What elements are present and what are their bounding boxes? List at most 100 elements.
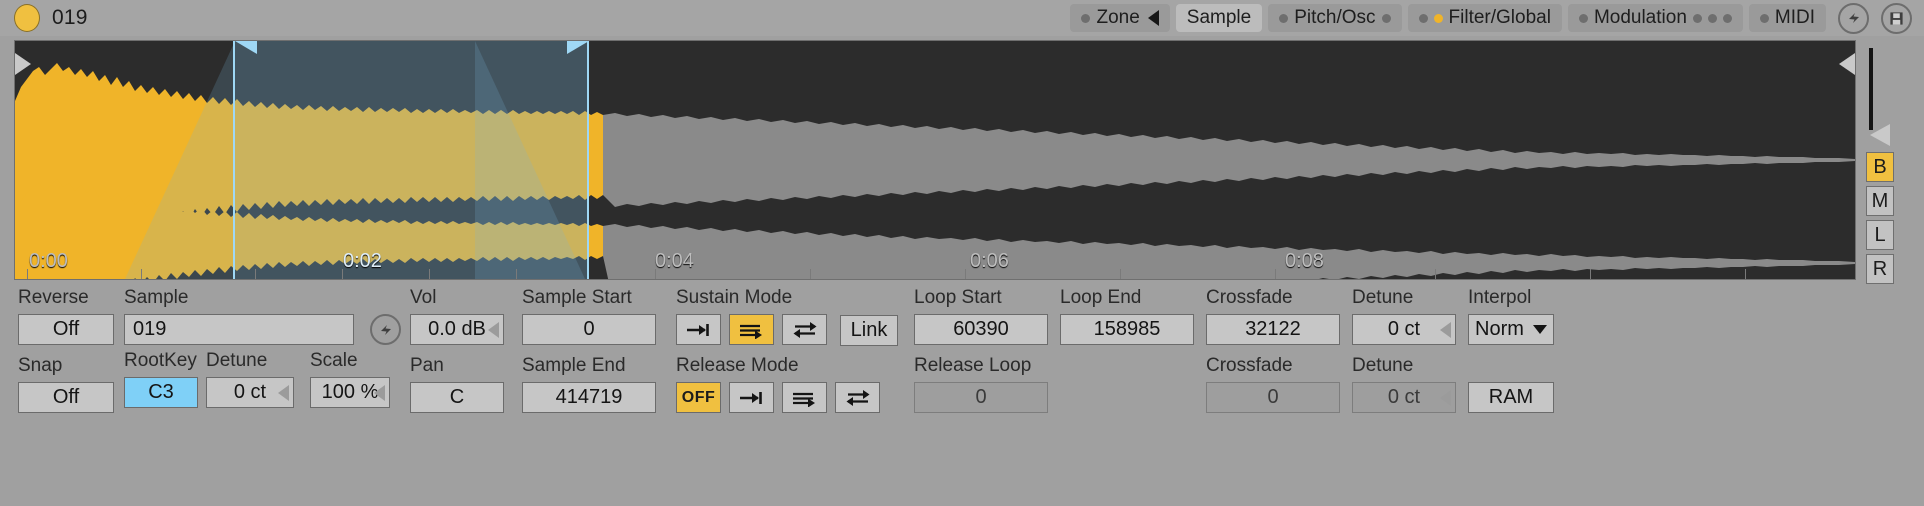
detune-release-field[interactable]: 0 ct xyxy=(1352,382,1456,413)
tab-pitch-osc[interactable]: Pitch/Osc xyxy=(1268,4,1402,32)
param-group-vol: Vol 0.0 dB Pan C xyxy=(410,288,504,413)
link-button[interactable]: Link xyxy=(840,315,898,346)
tab-filter-global[interactable]: Filter/Global xyxy=(1407,4,1562,32)
loop-start-label: Loop Start xyxy=(914,287,1002,308)
reverse-label: Reverse xyxy=(18,287,89,308)
sustain-no-loop-button[interactable] xyxy=(676,314,721,345)
ruler-tick xyxy=(1590,269,1591,279)
interpol-label: Interpol xyxy=(1468,287,1532,308)
zoom-handle-icon[interactable] xyxy=(1870,124,1890,146)
sample-end-marker-icon[interactable] xyxy=(1839,53,1855,75)
waveform-display[interactable]: 0:00 0:02 0:04 0:06 0:08 xyxy=(14,40,1856,280)
crossfade-release-label: Crossfade xyxy=(1206,355,1293,376)
tab-label: Sample xyxy=(1186,7,1252,28)
time-label: 0:06 xyxy=(970,250,1009,272)
sample-start-field[interactable]: 0 xyxy=(522,314,656,345)
interpol-dropdown[interactable]: Norm xyxy=(1468,314,1554,345)
time-label: 0:04 xyxy=(655,250,694,272)
spinner-icon[interactable] xyxy=(1440,389,1451,406)
ruler-tick xyxy=(141,269,142,279)
rail-button-b[interactable]: B xyxy=(1866,152,1894,182)
spinner-icon[interactable] xyxy=(374,384,385,401)
tab-label: Pitch/Osc xyxy=(1294,7,1376,28)
loop-start-field[interactable]: 60390 xyxy=(914,314,1048,345)
detune-root-field[interactable]: 0 ct xyxy=(206,377,294,408)
crossfade-release-field[interactable]: 0 xyxy=(1206,382,1340,413)
vol-label: Vol xyxy=(410,287,437,308)
rail-button-r[interactable]: R xyxy=(1866,254,1894,284)
detune-sustain-value: 0 ct xyxy=(1387,318,1421,340)
caret-left-icon xyxy=(1147,10,1159,26)
tab-bar: Zone Sample Pitch/Osc Filter/Global Modu… xyxy=(1070,2,1924,34)
led-indicator-icon xyxy=(1381,13,1391,23)
waveform-side-rail: B M L R xyxy=(1864,40,1910,284)
zoom-scroll-bar[interactable] xyxy=(1869,48,1873,130)
param-group-loop-start: Loop Start 60390 Release Loop 0 xyxy=(914,288,1048,413)
loop-start-marker-icon[interactable] xyxy=(235,41,257,67)
release-loop-pingpong-button[interactable] xyxy=(835,382,880,413)
hot-swap-icon[interactable] xyxy=(1838,2,1869,34)
detune-sustain-field[interactable]: 0 ct xyxy=(1352,314,1456,345)
pan-field[interactable]: C xyxy=(410,382,504,413)
sample-end-field[interactable]: 414719 xyxy=(522,382,656,413)
rootkey-field[interactable]: C3 xyxy=(124,377,198,408)
sample-start-label: Sample Start xyxy=(522,287,632,308)
loop-end-label: Loop End xyxy=(1060,287,1142,308)
led-indicator-icon xyxy=(1081,13,1091,23)
snap-label: Snap xyxy=(18,355,63,376)
loop-end-marker-icon[interactable] xyxy=(567,41,589,67)
rootkey-label: RootKey xyxy=(124,350,197,371)
tab-modulation[interactable]: Modulation xyxy=(1567,4,1743,32)
sample-name-field[interactable]: 019 xyxy=(124,314,354,345)
param-group-sustain-mode: Sustain Mode Release Mode OFF xyxy=(676,288,880,413)
ruler-tick xyxy=(1435,269,1436,279)
ruler-tick xyxy=(1120,269,1121,279)
time-label: 0:08 xyxy=(1285,250,1324,272)
tab-sample[interactable]: Sample xyxy=(1175,4,1263,32)
param-group-sample-bounds: Sample Start 0 Sample End 414719 xyxy=(522,288,656,413)
release-off-button[interactable]: OFF xyxy=(676,382,721,413)
release-no-loop-button[interactable] xyxy=(729,382,774,413)
snap-toggle[interactable]: Off xyxy=(18,382,114,413)
reverse-toggle[interactable]: Off xyxy=(18,314,114,345)
ruler-tick xyxy=(255,269,256,279)
ram-button[interactable]: RAM xyxy=(1468,382,1554,413)
sample-start-marker-icon[interactable] xyxy=(15,53,31,75)
time-label: 0:00 xyxy=(29,250,68,272)
spinner-icon[interactable] xyxy=(1440,321,1451,338)
chevron-down-icon xyxy=(1533,325,1547,334)
crossfade-sustain-field[interactable]: 32122 xyxy=(1206,314,1340,345)
loop-end-field[interactable]: 158985 xyxy=(1060,314,1194,345)
spinner-icon[interactable] xyxy=(278,384,289,401)
release-loop-field[interactable]: 0 xyxy=(914,382,1048,413)
scale-field[interactable]: 100 % xyxy=(310,377,390,408)
ruler-tick xyxy=(1745,269,1746,279)
sample-end-label: Sample End xyxy=(522,355,626,376)
vol-value: 0.0 dB xyxy=(428,318,486,340)
sustain-loop-forward-button[interactable] xyxy=(729,314,774,345)
detune-release-value: 0 ct xyxy=(1387,386,1421,408)
power-led-icon[interactable] xyxy=(14,4,40,32)
rail-button-m[interactable]: M xyxy=(1866,186,1894,216)
tab-zone[interactable]: Zone xyxy=(1070,4,1170,32)
detune-root-value: 0 ct xyxy=(233,381,267,403)
crossfade-sustain-label: Crossfade xyxy=(1206,287,1293,308)
release-loop-forward-button[interactable] xyxy=(782,382,827,413)
sustain-loop-pingpong-button[interactable] xyxy=(782,314,827,345)
tab-label: Filter/Global xyxy=(1448,7,1551,28)
scale-label: Scale xyxy=(310,350,358,371)
spinner-icon[interactable] xyxy=(488,321,499,338)
tab-midi[interactable]: MIDI xyxy=(1748,4,1826,32)
tab-label: MIDI xyxy=(1774,7,1815,28)
device-title: 019 xyxy=(52,6,88,29)
rail-button-l[interactable]: L xyxy=(1866,220,1894,250)
led-indicator-icon xyxy=(1692,13,1702,23)
led-indicator-icon xyxy=(1707,13,1717,23)
ruler-tick xyxy=(810,269,811,279)
vol-field[interactable]: 0.0 dB xyxy=(410,314,504,345)
loop-region[interactable] xyxy=(233,41,589,279)
led-indicator-icon xyxy=(1578,13,1588,23)
parameter-panel: Reverse Off Snap Off Sample 019 RootKey … xyxy=(0,286,1924,506)
hot-swap-sample-icon[interactable] xyxy=(370,314,401,345)
save-preset-icon[interactable] xyxy=(1881,2,1912,34)
